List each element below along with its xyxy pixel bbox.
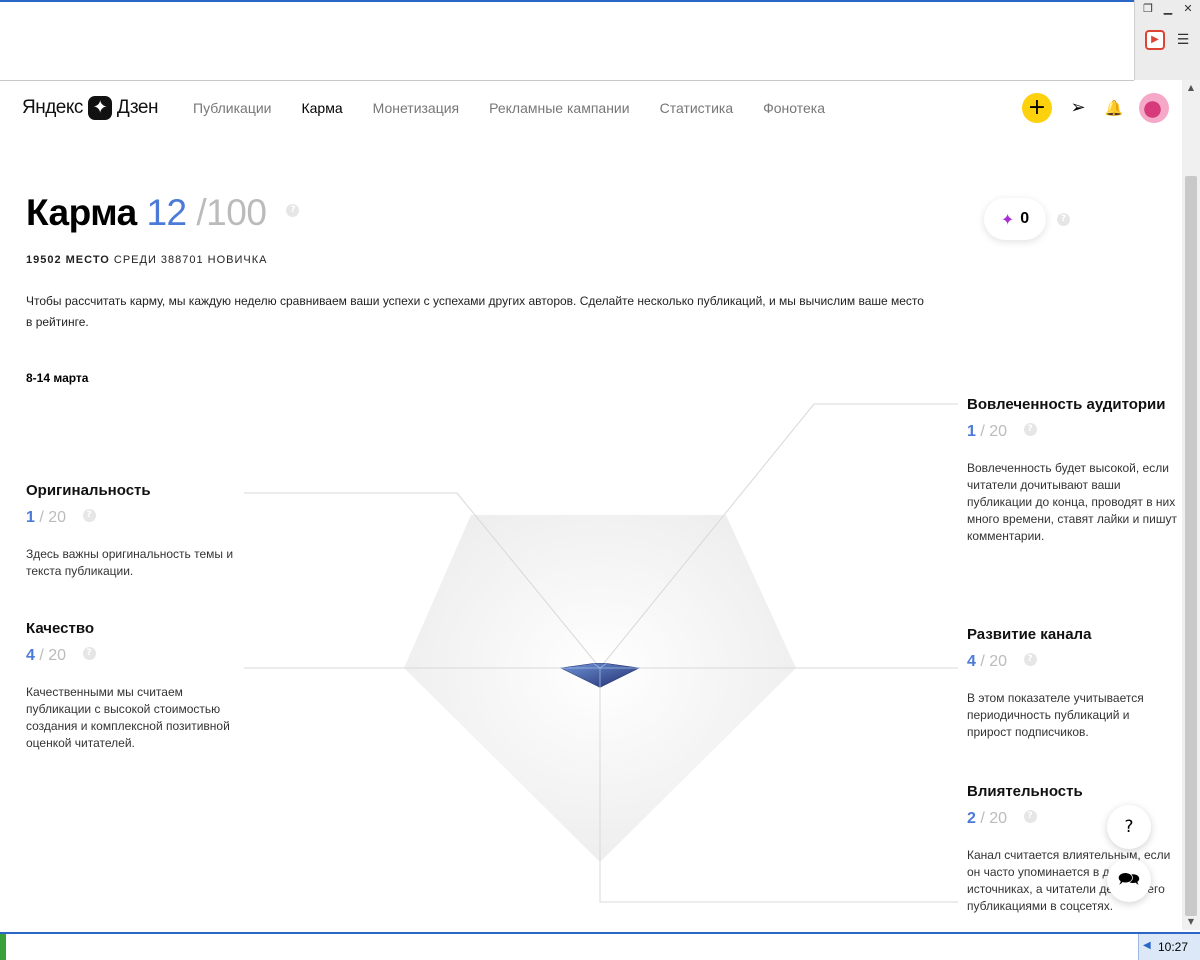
nav-statistics[interactable]: Статистика (660, 100, 734, 116)
rank-line: 19502 МЕСТО СРЕДИ 388701 НОВИЧКА (26, 254, 268, 266)
main-nav: Публикации Карма Монетизация Рекламные к… (193, 100, 825, 116)
metric-value: 1 (26, 509, 35, 526)
logo[interactable]: Яндекс Дзен (22, 96, 158, 120)
metric-title: Развитие канала (967, 626, 1092, 643)
bell-icon[interactable]: 🔔 (1102, 96, 1126, 120)
metric-help-icon[interactable]: ? (1023, 810, 1037, 824)
avatar[interactable] (1139, 93, 1169, 123)
metric-value: 1 (967, 423, 976, 440)
nav-ad-campaigns[interactable]: Рекламные кампании (489, 100, 629, 116)
metric-help-icon[interactable]: ? (1023, 423, 1037, 437)
clock: 10:27 (1157, 940, 1188, 954)
restore-icon[interactable]: ❐ (1139, 2, 1157, 16)
metric-max: / 20 (980, 423, 1008, 440)
tray-arrow-icon[interactable]: ◀ (1143, 940, 1151, 951)
scroll-down-icon[interactable]: ▼ (1182, 914, 1200, 930)
metric-influence: Влиятельность 2 / 20 ? Канал считается в… (967, 783, 1177, 915)
metric-value: 4 (26, 647, 35, 664)
karma-description: Чтобы рассчитать карму, мы каждую неделю… (26, 294, 924, 329)
rank-rest: СРЕДИ 388701 НОВИЧКА (113, 254, 268, 266)
rank-place: 19502 МЕСТО (26, 254, 110, 266)
help-fab[interactable]: ? (1107, 805, 1151, 849)
taskbar: ◀ 10:27 (0, 932, 1200, 960)
metric-max: / 20 (39, 647, 67, 664)
karma-help-icon[interactable]: ? (286, 203, 300, 217)
metric-max: / 20 (39, 509, 67, 526)
metric-help-icon[interactable]: ? (1023, 653, 1037, 667)
nav-music-library[interactable]: Фонотека (763, 100, 825, 116)
gem-help-icon[interactable]: ? (1057, 213, 1070, 226)
metric-title: Качество (26, 620, 95, 637)
browser-menu-icon[interactable]: ☰ (1173, 30, 1193, 50)
metric-score: 1 / 20 ? (26, 509, 236, 527)
nav-monetization[interactable]: Монетизация (373, 100, 460, 116)
metric-score: 1 / 20 ? (967, 423, 1177, 441)
metric-description: В этом показателе учитывается периодично… (967, 691, 1144, 739)
nav-publications[interactable]: Публикации (193, 100, 271, 116)
metric-title: Вовлеченность аудитории (967, 396, 1166, 413)
karma-score: 12 (146, 192, 187, 233)
metric-help-icon[interactable]: ? (82, 647, 96, 661)
metric-max: / 20 (980, 810, 1008, 827)
metric-growth: Развитие канала 4 / 20 ? В этом показате… (967, 626, 1177, 741)
window-controls: ❐ ▁ ✕ ▶ ☰ (1134, 0, 1200, 80)
zen-star-icon (87, 96, 112, 120)
close-icon[interactable]: ✕ (1179, 2, 1197, 16)
metric-value: 2 (967, 810, 976, 827)
metric-title: Оригинальность (26, 482, 151, 499)
gem-icon: ✦ (1000, 209, 1015, 229)
metric-title: Влиятельность (967, 783, 1083, 800)
page-title: Карма 12 /100 ? (26, 192, 300, 234)
nav-karma[interactable]: Карма (301, 100, 342, 116)
site-header: Яндекс Дзен Публикации Карма Монетизация… (0, 80, 1182, 136)
metric-score: 4 / 20 ? (26, 647, 236, 665)
start-button[interactable] (0, 934, 6, 960)
scroll-thumb[interactable] (1185, 176, 1197, 916)
karma-title: Карма (26, 192, 137, 233)
metric-help-icon[interactable]: ? (82, 509, 96, 523)
extension-icon[interactable]: ▶ (1145, 30, 1165, 50)
metric-score: 4 / 20 ? (967, 653, 1177, 671)
browser-window-top (0, 0, 1200, 81)
system-tray: ◀ 10:27 (1138, 934, 1200, 960)
metric-quality: Качество 4 / 20 ? Качественными мы счита… (26, 620, 236, 752)
metric-max: / 20 (980, 653, 1008, 670)
metric-description: Вовлеченность будет высокой, если читате… (967, 461, 1177, 543)
gem-badge[interactable]: ✦ 0 (984, 198, 1046, 240)
scroll-up-icon[interactable]: ▲ (1182, 80, 1200, 96)
karma-max: /100 (196, 192, 267, 233)
create-plus-button[interactable]: + (1022, 93, 1052, 123)
logo-yandex: Яндекс (22, 97, 83, 118)
logo-zen: Дзен (116, 97, 159, 118)
chat-icon[interactable]: 🗪 (1107, 858, 1151, 902)
minimize-icon[interactable]: ▁ (1159, 2, 1177, 16)
metric-originality: Оригинальность 1 / 20 ? Здесь важны ориг… (26, 482, 236, 580)
gem-count: 0 (1020, 210, 1030, 227)
send-icon[interactable]: ➢ (1066, 96, 1090, 120)
metric-description: Качественными мы считаем публикации с вы… (26, 685, 230, 750)
scrollbar[interactable]: ▲ ▼ (1182, 80, 1200, 930)
metric-value: 4 (967, 653, 976, 670)
metric-engagement: Вовлеченность аудитории 1 / 20 ? Вовлече… (967, 396, 1177, 545)
metric-description: Здесь важны оригинальность темы и текста… (26, 547, 234, 578)
